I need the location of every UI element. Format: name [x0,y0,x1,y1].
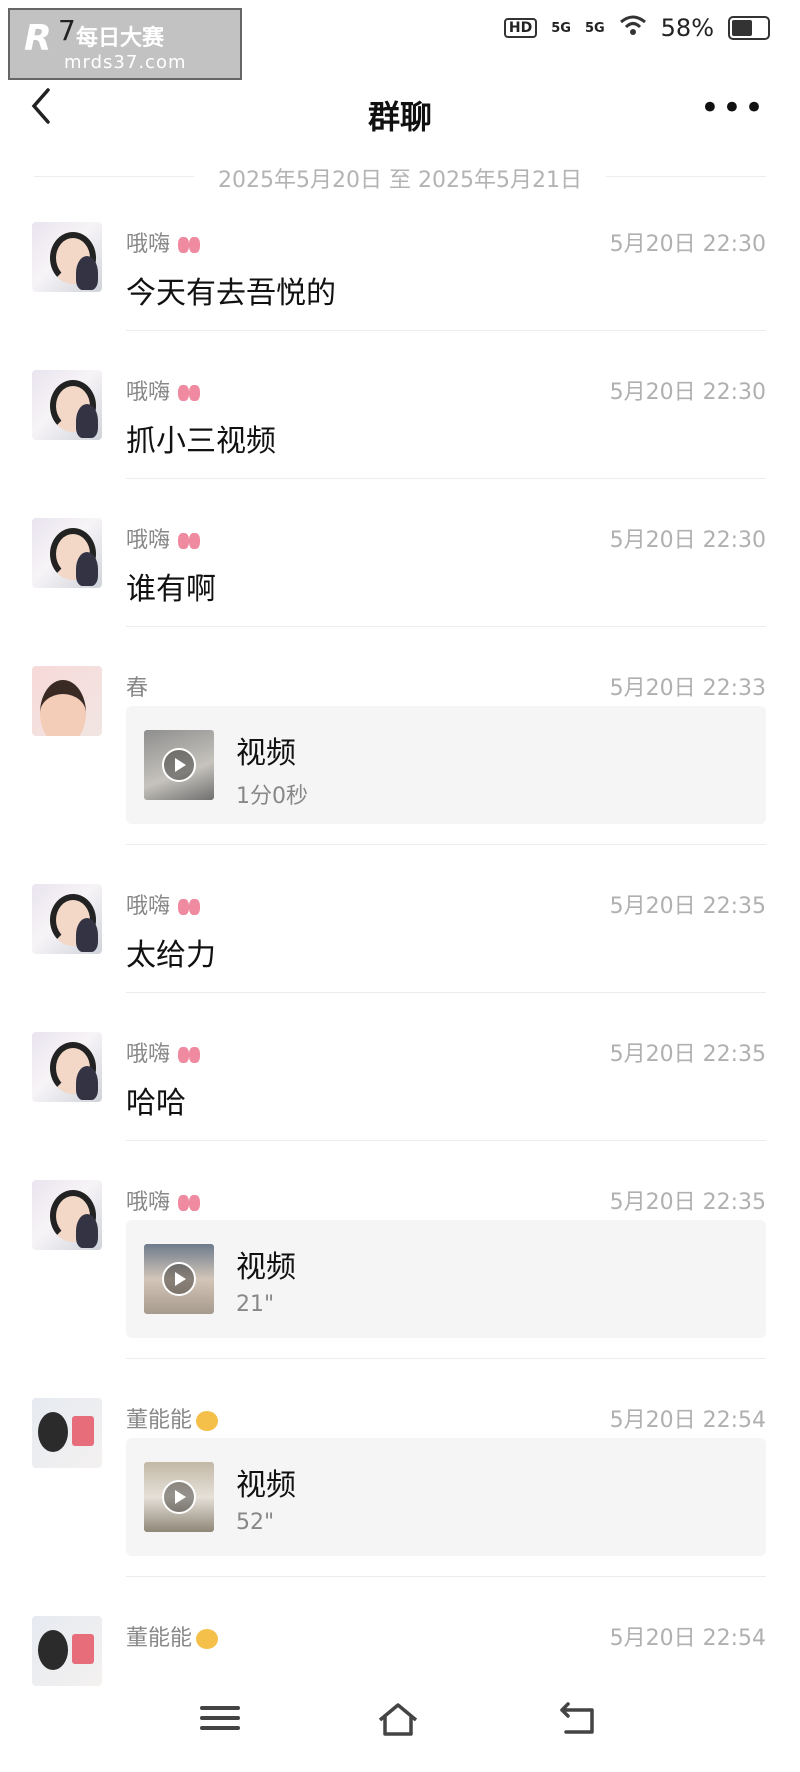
avatar[interactable] [32,666,102,736]
sender-name: 哦嗨 [126,374,201,406]
video-duration: 52" [236,1510,275,1535]
sender-name-text: 哦嗨 [126,1190,171,1215]
sender-name-text: 哦嗨 [126,232,171,257]
sender-name-text: 董能能 [126,1408,193,1433]
divider [126,330,766,331]
person-emoji-icon [196,1629,219,1649]
menu-icon[interactable] [198,1700,242,1740]
message-timestamp: 5月20日 22:30 [609,232,766,257]
message-timestamp: 5月20日 22:35 [609,1190,766,1215]
sender-name-text: 春 [126,676,149,701]
play-icon[interactable] [162,1262,196,1296]
page-title: 群聊 [367,98,432,136]
avatar[interactable] [32,1616,102,1686]
video-duration: 21" [236,1292,275,1317]
sender-name-text: 哦嗨 [126,528,171,553]
video-thumbnail[interactable] [144,1244,214,1314]
video-label: 视频 [236,736,296,771]
avatar[interactable] [32,884,102,954]
video-thumbnail[interactable] [144,1462,214,1532]
sender-name-text: 哦嗨 [126,894,171,919]
battery-percent: 58% [660,14,714,42]
message-text: 哈哈 [126,1086,186,1121]
play-icon[interactable] [162,1480,196,1514]
video-message-card[interactable]: 视频 1分0秒 [126,706,766,824]
message-timestamp: 5月20日 22:54 [609,1626,766,1651]
hd-icon: HD [503,18,538,38]
avatar[interactable] [32,222,102,292]
watermark: R 每日大赛 mrds37.com [8,8,242,80]
sender-name: 哦嗨 [126,1036,201,1068]
bow-emoji-icon [178,385,201,401]
avatar[interactable] [32,1398,102,1468]
divider [126,1576,766,1577]
message-text: 太给力 [126,938,216,973]
sender-name: 哦嗨 [126,888,201,920]
avatar[interactable] [32,1180,102,1250]
message-text: 抓小三视频 [126,424,276,459]
person-emoji-icon [196,1411,219,1431]
message-timestamp: 5月20日 22:35 [609,1042,766,1067]
video-message-card[interactable]: 视频 52" [126,1438,766,1556]
status-time: 7 [58,14,76,47]
video-label: 视频 [236,1250,296,1285]
bow-emoji-icon [178,533,201,549]
avatar[interactable] [32,1032,102,1102]
watermark-title: 每日大赛 [76,26,165,51]
date-range-label: 2025年5月20日 至 2025年5月21日 [34,162,766,194]
sender-name: 哦嗨 [126,522,201,554]
back-nav-icon[interactable] [554,1700,598,1740]
bow-emoji-icon [178,1195,201,1211]
sender-name: 董能能 [126,1402,219,1434]
message-text: 今天有去吾悦的 [126,276,336,311]
system-nav-bar [0,1680,800,1772]
message-timestamp: 5月20日 22:33 [609,676,766,701]
message-timestamp: 5月20日 22:30 [609,528,766,553]
sender-name: 哦嗨 [126,226,201,258]
sender-name: 董能能 [126,1620,219,1652]
message-timestamp: 5月20日 22:54 [609,1408,766,1433]
chat-header: 群聊 ••• [0,80,800,140]
avatar[interactable] [32,518,102,588]
divider [126,992,766,993]
bow-emoji-icon [178,237,201,253]
battery-icon [728,16,770,40]
sender-name-text: 董能能 [126,1626,193,1651]
message-timestamp: 5月20日 22:35 [609,894,766,919]
watermark-url: mrds37.com [64,52,187,73]
divider [126,478,766,479]
divider [126,844,766,845]
signal-5g-icon: 5G [551,20,571,36]
message-text: 谁有啊 [126,572,216,607]
status-right-icons: HD 5G 5G 58% [503,14,770,42]
signal-5g-icon-2: 5G [584,20,605,36]
sender-name: 春 [126,670,148,702]
divider [126,626,766,627]
divider [126,1358,766,1359]
divider [126,1140,766,1141]
sender-name-text: 哦嗨 [126,1042,171,1067]
video-message-card[interactable]: 视频 21" [126,1220,766,1338]
play-icon[interactable] [162,748,196,782]
status-bar: R 每日大赛 mrds37.com 7 HD 5G 5G 58% [0,0,800,80]
wifi-icon [619,14,647,42]
more-dots-icon[interactable]: ••• [700,88,766,128]
message-timestamp: 5月20日 22:30 [609,380,766,405]
avatar[interactable] [32,370,102,440]
sender-name: 哦嗨 [126,1184,201,1216]
watermark-logo: R [24,18,52,59]
video-duration: 1分0秒 [236,784,308,809]
video-label: 视频 [236,1468,296,1503]
sender-name-text: 哦嗨 [126,380,171,405]
bow-emoji-icon [178,899,201,915]
bow-emoji-icon [178,1047,201,1063]
home-icon[interactable] [376,1700,420,1740]
video-thumbnail[interactable] [144,730,214,800]
